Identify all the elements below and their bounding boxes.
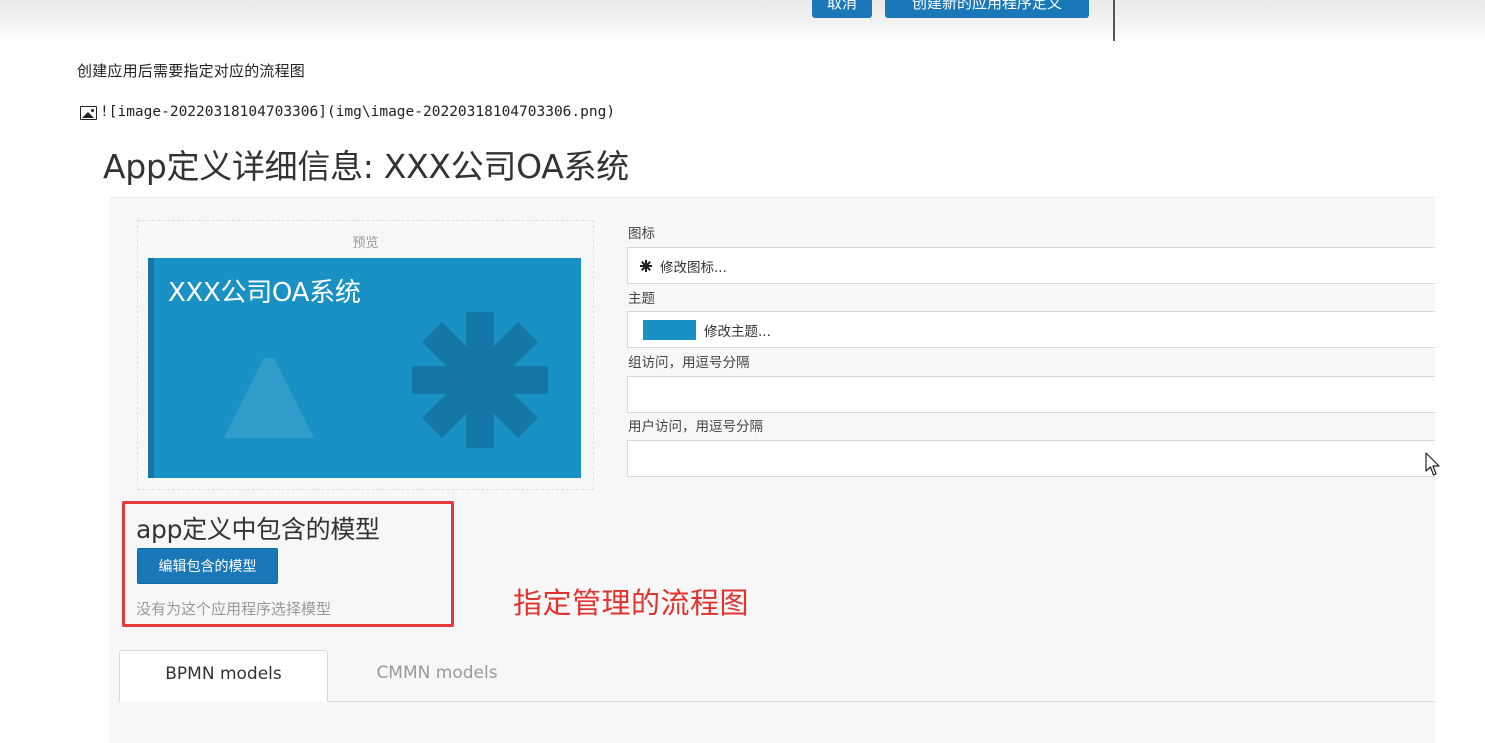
change-icon-button[interactable]: 修改图标...: [627, 247, 1435, 284]
markdown-text-line: 创建应用后需要指定对应的流程图: [77, 62, 306, 80]
change-icon-label: 修改图标...: [660, 259, 727, 276]
app-preview-card: XXX公司OA系统: [148, 258, 581, 478]
markdown-image-syntax: ![image-20220318104703306](img\image-202…: [100, 103, 616, 120]
broken-image-icon: [80, 106, 97, 120]
group-access-label: 组访问，用逗号分隔: [628, 355, 750, 371]
preview-app-name: XXX公司OA系统: [168, 278, 361, 308]
asterisk-icon: [640, 259, 652, 272]
theme-color-swatch: [643, 319, 696, 340]
annotation-text: 指定管理的流程图: [513, 586, 750, 620]
change-theme-button[interactable]: 修改主题...: [627, 311, 1435, 348]
markdown-image-line: ![image-20220318104703306](img\image-202…: [80, 103, 615, 120]
top-toolbar: 取消 创建新的应用程序定义: [0, 0, 1485, 42]
theme-label: 主题: [628, 291, 655, 307]
edit-included-models-button[interactable]: 编辑包含的模型: [137, 548, 278, 584]
icon-label: 图标: [628, 226, 655, 242]
mouse-cursor-icon: [1425, 452, 1440, 476]
change-theme-label: 修改主题...: [704, 323, 771, 340]
asterisk-icon: [412, 312, 548, 448]
create-app-definition-button[interactable]: 创建新的应用程序定义: [885, 0, 1089, 18]
user-access-input[interactable]: [627, 440, 1435, 477]
tab-cmmn-models[interactable]: CMMN models: [328, 650, 546, 700]
preview-label: 预览: [352, 236, 379, 251]
group-access-input[interactable]: [627, 376, 1435, 413]
preview-watermark-icon: [224, 358, 314, 438]
cancel-button[interactable]: 取消: [812, 0, 872, 18]
no-models-message: 没有为这个应用程序选择模型: [136, 600, 332, 618]
user-access-label: 用户访问，用逗号分隔: [628, 419, 763, 435]
tab-bpmn-models[interactable]: BPMN models: [119, 650, 328, 702]
page-title: App定义详细信息: XXX公司OA系统: [103, 147, 629, 186]
tab-content-area: [120, 702, 1435, 743]
included-models-title: app定义中包含的模型: [136, 515, 380, 544]
toolbar-divider: [1113, 0, 1115, 41]
